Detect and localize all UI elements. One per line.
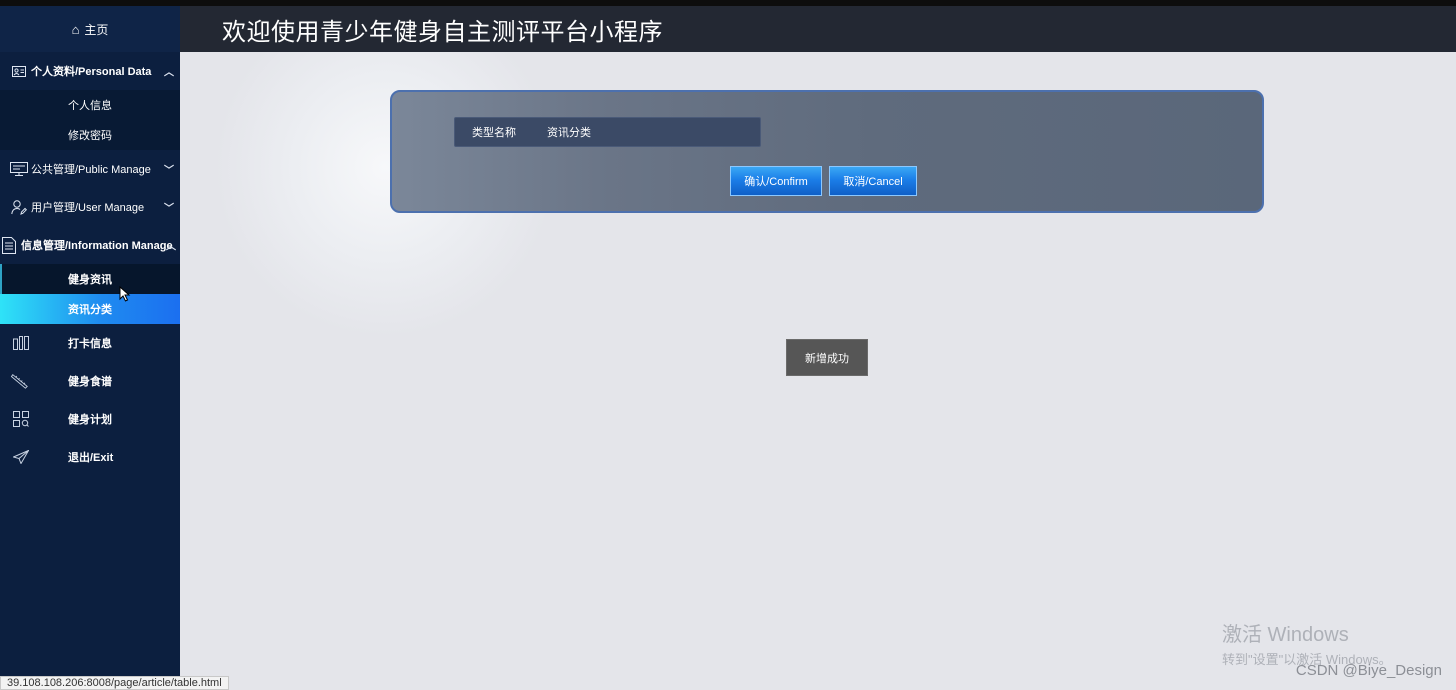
chevron-down-icon: ﹀ [164,165,174,177]
type-name-label: 类型名称 [472,127,516,139]
sidebar-item-exit[interactable]: 退出/Exit [0,438,180,476]
type-name-field: 类型名称 [454,117,761,147]
sidebar-group-personal-label: 个人资料/Personal Data [31,66,152,78]
watermark-title: 激活 Windows [1222,624,1349,646]
chevron-up-icon: ︿ [164,67,174,79]
sidebar-group-info-label: 信息管理/Information Manage [21,240,173,252]
page-title: 欢迎使用青少年健身自主测评平台小程序 [222,18,663,46]
windows-activation-watermark: 激活 Windows 转到"设置"以激活 Windows。 [1222,618,1392,668]
sidebar: ⌂ 主页 个人资料/Personal Data ︿ 个人信息 修改密码 公共管理… [0,6,180,690]
sidebar-item-checkin[interactable]: 打卡信息 [0,324,180,362]
sidebar-item-change-password[interactable]: 修改密码 [0,120,180,150]
main-content: 类型名称 确认/Confirm 取消/Cancel 新增成功 [180,52,1456,690]
sidebar-item-label: 个人信息 [68,100,112,112]
sidebar-item-label: 资讯分类 [68,304,112,316]
user-edit-icon [10,199,28,215]
success-toast: 新增成功 [786,339,868,376]
mouse-cursor-icon [119,286,131,302]
sidebar-group-public-label: 公共管理/Public Manage [31,164,151,176]
ruler-icon [11,372,29,390]
type-name-input[interactable] [531,126,760,138]
csdn-credit: CSDN @Biye_Design [1295,662,1442,679]
send-icon [12,450,30,464]
sidebar-group-info[interactable]: 信息管理/Information Manage ︿ [0,226,180,264]
home-icon: ⌂ [71,21,80,37]
sidebar-item-label: 修改密码 [68,130,112,142]
chevron-down-icon: ﹀ [164,203,174,215]
top-header: 欢迎使用青少年健身自主测评平台小程序 [180,6,1456,52]
sidebar-item-personal-info[interactable]: 个人信息 [0,90,180,120]
sidebar-group-public[interactable]: 公共管理/Public Manage ﹀ [0,150,180,188]
sidebar-item-news-category[interactable]: 资讯分类 [0,294,180,324]
sidebar-group-user-label: 用户管理/User Manage [31,202,145,214]
sidebar-group-user[interactable]: 用户管理/User Manage ﹀ [0,188,180,226]
monitor-icon [10,162,28,176]
sidebar-home[interactable]: ⌂ 主页 [0,6,180,52]
sidebar-item-plan[interactable]: 健身计划 [0,400,180,438]
checkin-icon [12,336,30,350]
cancel-button[interactable]: 取消/Cancel [829,166,917,196]
document-icon [0,236,18,254]
category-form: 类型名称 确认/Confirm 取消/Cancel [390,90,1264,213]
chevron-up-icon: ︿ [166,241,176,253]
sidebar-item-fitness-news[interactable]: 健身资讯 [0,264,180,294]
sidebar-item-recipes[interactable]: 健身食谱 [0,362,180,400]
confirm-button[interactable]: 确认/Confirm [730,166,822,196]
sidebar-item-label: 健身资讯 [68,274,112,286]
sidebar-home-label: 主页 [84,22,109,37]
status-bar-url: 39.108.108.206:8008/page/article/table.h… [0,676,229,690]
grid-search-icon [12,411,30,427]
sidebar-group-personal[interactable]: 个人资料/Personal Data ︿ [0,52,180,90]
id-card-icon [10,65,28,77]
